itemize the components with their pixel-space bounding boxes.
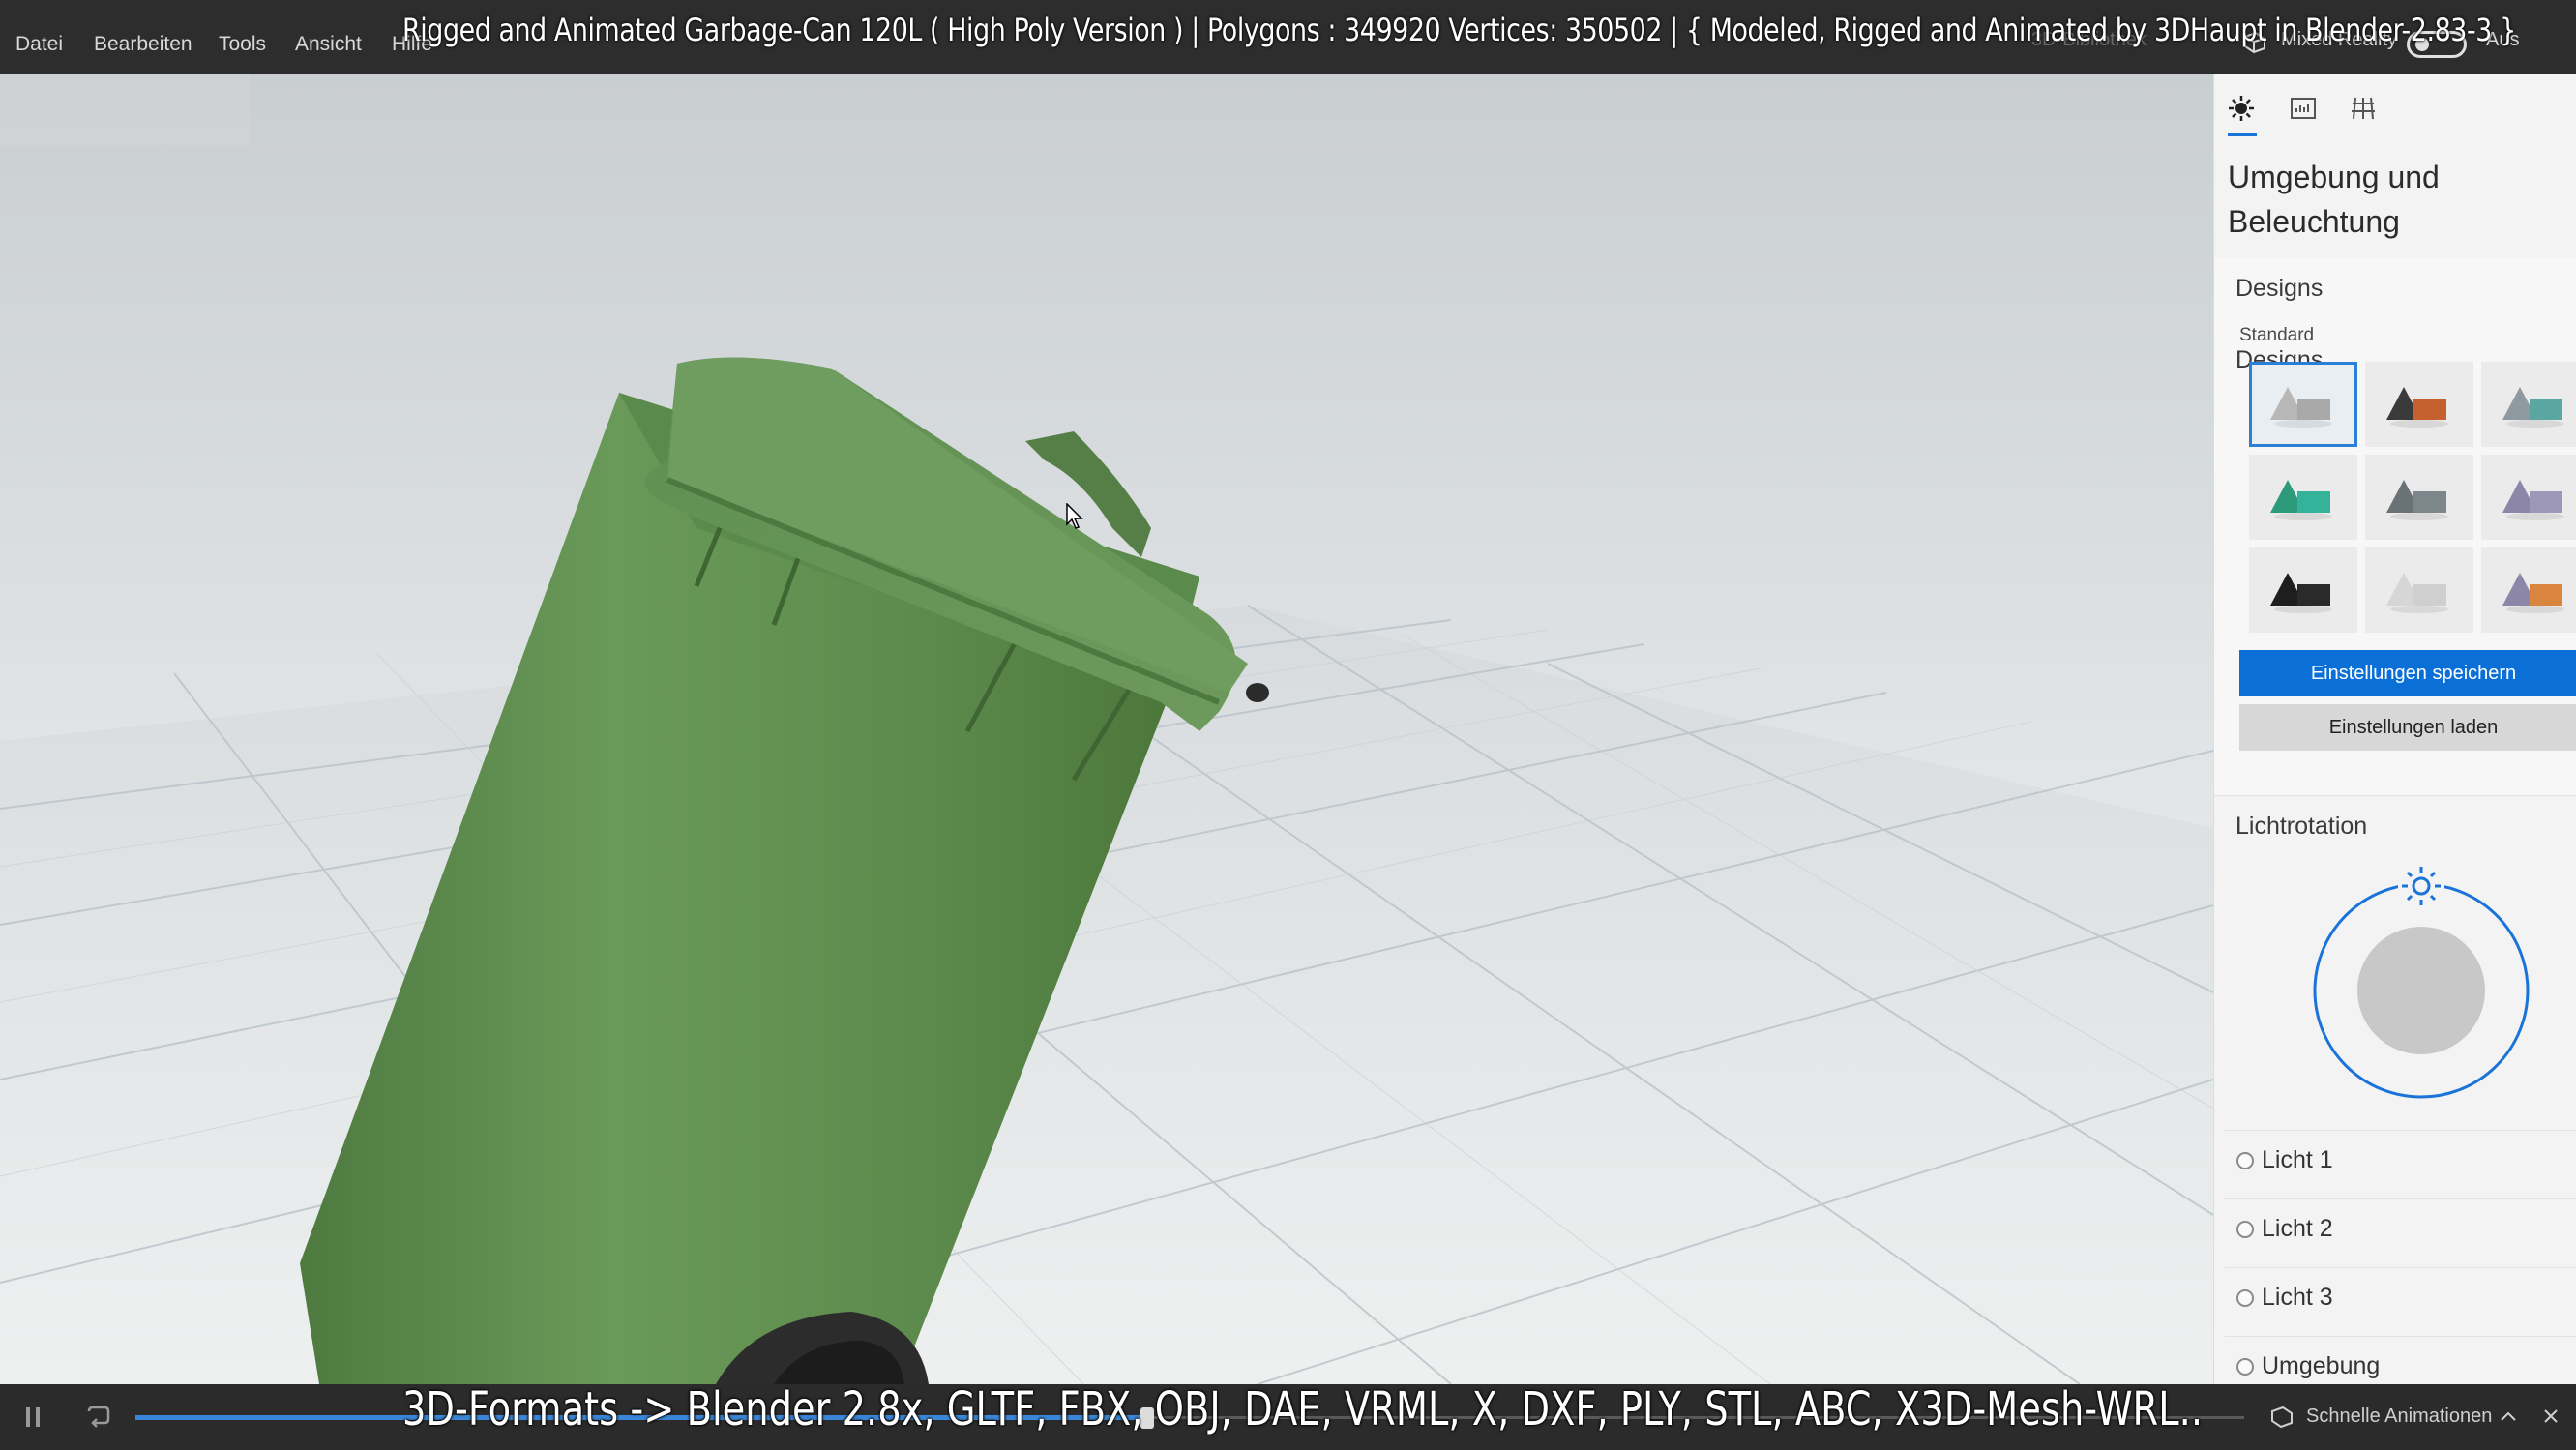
formats-caption-overlay: 3D-Formats -> Blender 2.8x, GLTF, FBX, O… (402, 1382, 2204, 1436)
light-option-2[interactable]: Licht 2 (2225, 1198, 2576, 1266)
light-option-3[interactable]: Licht 3 (2225, 1267, 2576, 1335)
design-swatch-orange-lilac[interactable] (2481, 547, 2576, 633)
chevron-up-icon[interactable] (2500, 1409, 2517, 1423)
faint-overlay-box (0, 74, 250, 145)
light-option-1[interactable]: Licht 1 (2225, 1130, 2576, 1198)
designs-group-label: Standard (2239, 325, 2315, 345)
design-swatch-black[interactable] (2249, 547, 2357, 633)
quick-animations-icon (2271, 1406, 2293, 1429)
panel-heading: Umgebung und Beleuchtung (2228, 155, 2547, 244)
light-option-label: Licht 1 (2262, 1146, 2333, 1173)
design-preview-icon (2386, 573, 2448, 613)
3d-viewport[interactable] (0, 74, 2213, 1384)
design-swatch-lilac[interactable] (2481, 455, 2576, 540)
light-option-label: Licht 3 (2262, 1284, 2333, 1311)
quick-animations-label[interactable]: Schnelle Animationen (2306, 1406, 2492, 1428)
menu-bearbeiten[interactable]: Bearbeiten (94, 33, 192, 56)
design-preview-icon (2386, 387, 2448, 428)
pause-icon[interactable] (23, 1406, 43, 1429)
design-preview-icon (2502, 573, 2564, 613)
design-preview-icon (2502, 387, 2564, 428)
radio-button[interactable] (2236, 1152, 2254, 1169)
menu-ansicht[interactable]: Ansicht (295, 33, 362, 56)
stats-tab-icon[interactable] (2288, 93, 2319, 124)
design-preview-icon (2386, 480, 2448, 520)
radio-button[interactable] (2236, 1289, 2254, 1307)
radio-button[interactable] (2236, 1358, 2254, 1376)
design-swatch-teal-grey[interactable] (2481, 362, 2576, 447)
mouse-cursor-icon (1066, 503, 1083, 529)
design-preview-icon (2502, 480, 2564, 520)
video-title-overlay: Rigged and Animated Garbage-Can 120L ( H… (402, 12, 2516, 48)
design-preview-icon (2270, 387, 2332, 428)
design-preview-icon (2270, 480, 2332, 520)
heading-line-1: Umgebung und (2228, 160, 2440, 194)
radio-button[interactable] (2236, 1221, 2254, 1238)
grid-tab-icon[interactable] (2348, 93, 2379, 124)
light-option-label: Licht 2 (2262, 1215, 2333, 1242)
scene (0, 357, 2213, 1384)
active-tab-indicator (2228, 133, 2257, 136)
loop-icon[interactable] (83, 1404, 112, 1429)
design-swatch-light[interactable] (2365, 547, 2473, 633)
design-swatch-dark-orange[interactable] (2365, 362, 2473, 447)
sun-tab-icon[interactable] (2226, 93, 2257, 124)
design-swatch-teal[interactable] (2249, 455, 2357, 540)
designs-title-text: Designs (2235, 275, 2324, 302)
load-settings-button[interactable]: Einstellungen laden (2239, 704, 2576, 751)
menu-datei[interactable]: Datei (15, 33, 63, 56)
light-rotation-dial[interactable] (2305, 855, 2537, 1107)
heading-line-2: Beleuchtung (2228, 204, 2400, 239)
light-option-label: Umgebung (2262, 1352, 2381, 1379)
save-settings-button[interactable]: Einstellungen speichern (2239, 650, 2576, 696)
menu-tools[interactable]: Tools (219, 33, 266, 56)
design-swatch-slate[interactable] (2365, 455, 2473, 540)
design-swatch-grey[interactable] (2249, 362, 2357, 447)
light-rotation-title: Lichtrotation (2235, 813, 2368, 840)
close-icon[interactable] (2542, 1407, 2560, 1425)
design-preview-icon (2270, 573, 2332, 613)
